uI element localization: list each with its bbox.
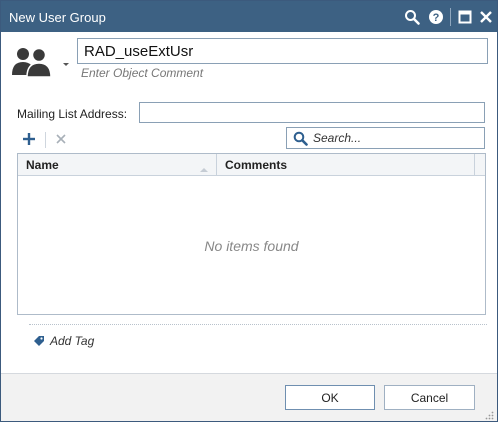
object-name-input[interactable]	[77, 38, 488, 64]
dialog-footer: OK Cancel	[1, 373, 497, 421]
tag-icon[interactable]	[33, 335, 45, 347]
title-bar[interactable]: New User Group ?	[1, 1, 497, 32]
search-icon	[293, 131, 308, 146]
maximize-icon[interactable]	[455, 7, 475, 27]
search-icon[interactable]	[402, 7, 422, 27]
object-comment-field[interactable]: Enter Object Comment	[81, 66, 203, 80]
plus-icon[interactable]	[21, 131, 37, 147]
column-header-name[interactable]: Name	[18, 154, 217, 176]
search-input[interactable]	[313, 130, 481, 146]
search-box[interactable]	[286, 127, 485, 149]
divider	[29, 324, 487, 325]
cancel-button[interactable]: Cancel	[384, 385, 475, 410]
close-icon[interactable]	[476, 7, 496, 27]
svg-text:?: ?	[433, 12, 440, 24]
empty-message: No items found	[204, 238, 299, 254]
toolbar-separator	[45, 132, 46, 148]
chevron-down-icon[interactable]	[62, 57, 70, 66]
table-header: Name Comments	[18, 154, 485, 176]
user-group-icon[interactable]	[11, 45, 57, 79]
add-tag-link[interactable]: Add Tag	[50, 334, 94, 348]
titlebar-separator	[450, 8, 451, 26]
new-user-group-dialog: New User Group ? RAD_useExtUsr Enter Obj…	[0, 0, 498, 422]
sort-icon[interactable]	[200, 162, 208, 172]
members-table: Name Comments No items found	[17, 153, 486, 315]
mailing-list-input[interactable]	[139, 102, 485, 123]
window-title: New User Group	[9, 10, 106, 25]
column-header-comments[interactable]: Comments	[217, 154, 475, 176]
ok-button[interactable]: OK	[285, 385, 375, 410]
help-icon[interactable]: ?	[426, 7, 446, 27]
mailing-list-label: Mailing List Address:	[17, 107, 128, 121]
x-icon[interactable]	[54, 132, 68, 146]
resize-grip-icon[interactable]	[485, 409, 494, 420]
